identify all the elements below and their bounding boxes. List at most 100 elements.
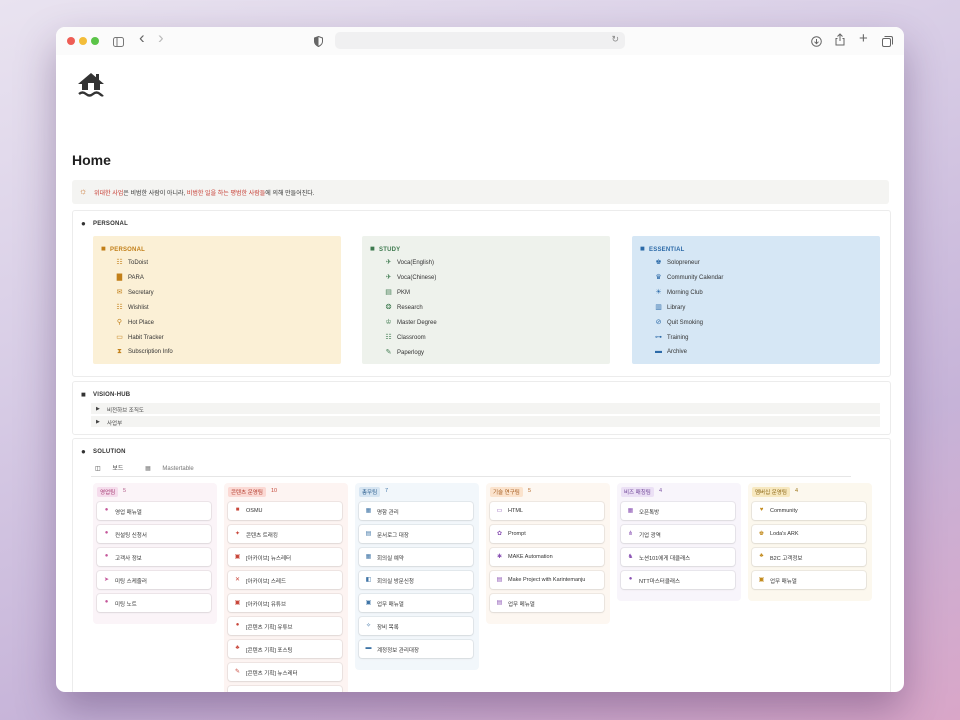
board-card[interactable]: ● 고객사 정보 bbox=[97, 548, 211, 566]
column-header[interactable]: 비즈 매칭팀 4 bbox=[617, 483, 741, 499]
board-card[interactable]: ● 영업 매뉴얼 bbox=[97, 502, 211, 520]
board-card[interactable]: ♥ Community bbox=[752, 502, 866, 520]
board-card[interactable]: ◧ 회의실 방문신청 bbox=[359, 571, 473, 589]
board-card[interactable]: ▬ 계정정보 관리대장 bbox=[359, 640, 473, 658]
page-link[interactable]: ▥ Library bbox=[654, 303, 685, 311]
board-card[interactable]: ▣ 업무 매뉴얼 bbox=[359, 594, 473, 612]
category-box: ■ ESSENTIAL ♚ Solopreneur ♛ Community Calenda… bbox=[632, 236, 880, 364]
page-link[interactable]: ☷ Classroom bbox=[384, 333, 425, 341]
page-link[interactable]: ✎ Paperlogy bbox=[384, 348, 424, 356]
board-card[interactable]: ▣ 업무 매뉴얼 bbox=[752, 571, 866, 589]
page-link[interactable]: ▭ Habit Tracker bbox=[115, 333, 164, 341]
page-link[interactable]: ✈ Voca(English) bbox=[384, 258, 434, 266]
solution-section: ● SOLUTION ◫ 보드 ▦ Mastertable 영업팀 5 ● 영업 매뉴얼… bbox=[72, 438, 891, 692]
close-window-button[interactable] bbox=[67, 37, 75, 45]
page-link[interactable]: ☀ Morning Club bbox=[654, 288, 702, 296]
board-card[interactable]: ● [콘텐츠 기획] 유튜브 bbox=[228, 617, 342, 635]
board-card[interactable]: ▣ [아카이브] 유튜브 bbox=[228, 594, 342, 612]
toggle-org-chart[interactable]: ▶ 비전하브 조직도 bbox=[91, 403, 880, 414]
toggle-business-units[interactable]: ▶ 사업부 bbox=[91, 416, 880, 427]
board-card[interactable]: ▤ 업무 메뉴얼 bbox=[490, 594, 604, 612]
page-link[interactable]: ✈ Voca(Chinese) bbox=[384, 273, 437, 281]
board-card[interactable]: ● 컨설팅 신청서 bbox=[97, 525, 211, 543]
board-card[interactable]: ➤ 미팅 스케줄러 bbox=[97, 571, 211, 589]
board-card[interactable]: ♞ 노션101에게 대클래스 bbox=[621, 548, 735, 566]
page-link[interactable]: ▇ PARA bbox=[115, 273, 144, 281]
page-link[interactable]: ✉ Secretary bbox=[115, 288, 154, 296]
page-link[interactable]: ♔ Master Degree bbox=[384, 318, 436, 326]
board-card[interactable]: ✦ 콘텐츠 트래킹 bbox=[228, 525, 342, 543]
board-card[interactable]: ✧ 장비 목록 bbox=[359, 617, 473, 635]
board-card[interactable]: ♣ [콘텐츠 기획] 포스팅 bbox=[228, 640, 342, 658]
board-card[interactable]: ▦ 오픈톡방 bbox=[621, 502, 735, 520]
page-link-label: Hot Place bbox=[128, 320, 155, 326]
board-card[interactable]: ▤[콘텐츠 관리] 스레드 인사이트 bbox=[228, 686, 342, 692]
page-link[interactable]: ☷ Wishlist bbox=[115, 303, 148, 311]
board-card[interactable]: ✿ Prompt bbox=[490, 525, 604, 543]
card-icon: ▣ bbox=[758, 577, 765, 583]
forward-icon[interactable]: › bbox=[158, 29, 164, 46]
column-header[interactable]: 콘텐츠 운영팀 10 bbox=[224, 483, 348, 499]
page-link-label: Solopreneur bbox=[667, 260, 700, 266]
new-tab-icon[interactable]: + bbox=[859, 31, 868, 47]
tab-mastertable[interactable]: ▦ Mastertable bbox=[145, 466, 204, 472]
page-link[interactable]: ⚲ Hot Place bbox=[115, 318, 154, 326]
section-header: ● PERSONAL bbox=[81, 219, 128, 228]
tab-overview-icon[interactable] bbox=[882, 35, 893, 51]
column-header[interactable]: 영업팀 5 bbox=[93, 483, 217, 499]
privacy-shield-icon[interactable] bbox=[314, 35, 323, 51]
column-count: 7 bbox=[385, 488, 389, 494]
back-icon[interactable]: ‹ bbox=[139, 29, 145, 46]
board-card[interactable]: ✎ [콘텐츠 기획] 뉴스레터 bbox=[228, 663, 342, 681]
card-title: 회의실 예약 bbox=[377, 556, 404, 562]
card-icon: ● bbox=[235, 622, 240, 628]
card-title: Loda's ARK bbox=[770, 531, 799, 537]
address-bar[interactable]: ↻ bbox=[335, 32, 625, 49]
page-link[interactable]: ⊘ Quit Smoking bbox=[654, 318, 703, 326]
section-title: VISION-HUB bbox=[93, 392, 131, 399]
share-icon[interactable] bbox=[835, 33, 845, 50]
tab-board[interactable]: ◫ 보드 bbox=[95, 466, 133, 472]
board-card[interactable]: ▣ [아카이브] 뉴스레터 bbox=[228, 548, 342, 566]
board-card[interactable]: ✱ MAKE Automation bbox=[490, 548, 604, 566]
page-link[interactable]: ⊶ Training bbox=[654, 333, 688, 341]
page-link[interactable]: ❂ Research bbox=[384, 303, 423, 311]
minimize-window-button[interactable] bbox=[79, 37, 87, 45]
column-header[interactable]: 기술 연구팀 5 bbox=[486, 483, 610, 499]
board-card[interactable]: ♚ Loda's ARK bbox=[752, 525, 866, 543]
board-card[interactable]: ♣ B2C 고객정보 bbox=[752, 548, 866, 566]
board-card[interactable]: ▭ HTML bbox=[490, 502, 604, 520]
board-card[interactable]: ● 미팅 노트 bbox=[97, 594, 211, 612]
board-card[interactable]: ▤ Make Project with Karintemanju bbox=[490, 571, 604, 589]
board-card[interactable]: ▦ 명함 관리 bbox=[359, 502, 473, 520]
reload-icon[interactable]: ↻ bbox=[611, 34, 619, 45]
board-card[interactable]: ✕ [아카이브] 스레드 bbox=[228, 571, 342, 589]
page-link[interactable]: ▬ Archive bbox=[654, 348, 687, 355]
card-title: OSMU bbox=[246, 508, 263, 514]
board-card[interactable]: ⋔ 기업 광역 bbox=[621, 525, 735, 543]
page-icon: ⚲ bbox=[116, 319, 123, 326]
toggle-triangle-icon[interactable]: ▶ bbox=[96, 419, 100, 425]
page-link[interactable]: ▤ PKM bbox=[384, 288, 410, 296]
card-icon: ◧ bbox=[365, 577, 372, 583]
toggle-triangle-icon[interactable]: ▶ bbox=[96, 406, 100, 412]
board-card[interactable]: ■ OSMU bbox=[228, 502, 342, 520]
page-link[interactable]: ♛ Community Calendar bbox=[654, 273, 723, 281]
card-title: 명함 관리 bbox=[377, 510, 399, 516]
sidebar-toggle-icon[interactable] bbox=[113, 35, 124, 51]
download-icon[interactable] bbox=[811, 35, 822, 51]
column-header[interactable]: 총무팀 7 bbox=[355, 483, 479, 499]
board-card[interactable]: ● NTT마스터클래스 bbox=[621, 571, 735, 589]
card-title: Community bbox=[770, 508, 798, 514]
page-link-label: Training bbox=[667, 335, 689, 341]
column-header[interactable]: 멤버십 운영팀 4 bbox=[748, 483, 872, 499]
page-icon: ⊘ bbox=[655, 319, 662, 326]
page-link[interactable]: ☷ ToDoist bbox=[115, 258, 148, 266]
card-icon: ▤ bbox=[365, 531, 372, 537]
page-link[interactable]: ⧗ Subscription Info bbox=[115, 348, 173, 356]
page-link[interactable]: ♚ Solopreneur bbox=[654, 258, 700, 266]
board-card[interactable]: ▦ 회의실 예약 bbox=[359, 548, 473, 566]
zoom-window-button[interactable] bbox=[91, 37, 99, 45]
board-card[interactable]: ▤ 문서로그 대장 bbox=[359, 525, 473, 543]
callout-segment: 은 비범한 사람이 아니라, bbox=[123, 191, 187, 197]
